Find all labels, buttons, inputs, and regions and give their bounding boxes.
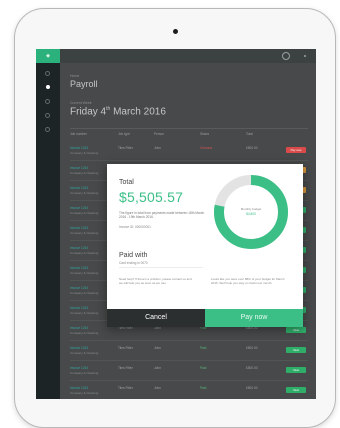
job-number-link[interactable]: Invoice 1234 bbox=[70, 306, 88, 310]
table-header: Job number Job type Person Status Total bbox=[70, 132, 308, 140]
invoice-id: Invoice ID: 000000001 bbox=[119, 225, 151, 229]
job-company: Company & Cleaning bbox=[70, 211, 99, 215]
column-header[interactable]: Person bbox=[154, 132, 164, 136]
paid-with-label: Paid with bbox=[119, 252, 148, 259]
budget-donut-chart: Monthly budget $4,800 bbox=[211, 172, 291, 252]
row-action-button[interactable]: View bbox=[286, 327, 306, 333]
status-badge: Paid bbox=[200, 386, 207, 390]
total-label: Total bbox=[119, 179, 134, 186]
total-description: The figure in total from payments made b… bbox=[119, 211, 205, 220]
job-company: Company & Cleaning bbox=[70, 331, 99, 335]
job-company: Company & Cleaning bbox=[70, 151, 99, 155]
donut-value: $4,800 bbox=[246, 212, 256, 216]
job-number-link[interactable]: Invoice 1234 bbox=[70, 206, 88, 210]
job-company: Company & Cleaning bbox=[70, 191, 99, 195]
job-company: Company & Cleaning bbox=[70, 271, 99, 275]
nav-dot-icon[interactable] bbox=[45, 127, 50, 132]
payment-method: Card ending in 0070 bbox=[119, 261, 148, 265]
row-action-button[interactable]: View bbox=[286, 367, 306, 373]
job-number-link[interactable]: Invoice 1234 bbox=[70, 146, 88, 150]
nav-dot-icon[interactable] bbox=[45, 71, 50, 76]
nav-dot-active-icon[interactable] bbox=[46, 85, 50, 89]
table-row[interactable]: Invoice 1234Company & Cleaning Tiles Fitt… bbox=[70, 141, 308, 161]
job-type: Tiles Fitter bbox=[118, 366, 133, 370]
job-company: Company & Cleaning bbox=[70, 251, 99, 255]
job-company: Company & Cleaning bbox=[70, 371, 99, 375]
status-badge: Overdue bbox=[200, 146, 213, 150]
divider bbox=[70, 128, 308, 129]
job-number-link[interactable]: Invoice 1234 bbox=[70, 246, 88, 250]
sidebar: ◆ bbox=[36, 49, 60, 399]
nav-dot-icon[interactable] bbox=[45, 99, 50, 104]
job-number-link[interactable]: Invoice 1234 bbox=[70, 326, 88, 330]
job-company: Company & Cleaning bbox=[70, 291, 99, 295]
row-total: £500.00 bbox=[246, 366, 258, 370]
job-number-link[interactable]: Invoice 1234 bbox=[70, 266, 88, 270]
job-company: Company & Cleaning bbox=[70, 171, 99, 175]
app-screen: ◆ Home Payroll Current Week Friday 4th M… bbox=[36, 49, 316, 399]
camera-dot bbox=[173, 29, 178, 34]
column-header[interactable]: Status bbox=[200, 132, 209, 136]
row-total: £500.00 bbox=[246, 146, 258, 150]
total-amount: $5,505.57 bbox=[119, 189, 184, 205]
column-header[interactable]: Total bbox=[246, 132, 253, 136]
help-note: Need help? If there's a problem, please … bbox=[119, 277, 192, 286]
job-company: Company & Cleaning bbox=[70, 231, 99, 235]
job-number-link[interactable]: Invoice 1234 bbox=[70, 186, 88, 190]
job-type: Tiles Fitter bbox=[118, 146, 133, 150]
job-number-link[interactable]: Invoice 1234 bbox=[70, 366, 88, 370]
tablet-frame: ◆ Home Payroll Current Week Friday 4th M… bbox=[14, 8, 336, 428]
job-number-link[interactable]: Invoice 1234 bbox=[70, 166, 88, 170]
top-bar bbox=[60, 49, 316, 63]
profile-icon[interactable] bbox=[282, 52, 290, 60]
divider bbox=[119, 267, 203, 268]
table-row[interactable]: Invoice 1234Company & Cleaning Tiles Fitt… bbox=[70, 341, 308, 361]
status-badge: Paid bbox=[200, 366, 207, 370]
row-action-button[interactable]: View bbox=[286, 347, 306, 353]
period-label: Current Week bbox=[70, 101, 92, 105]
job-type: Tiles Fitter bbox=[118, 346, 133, 350]
table-row[interactable]: Invoice 1234Company & Cleaning Tiles Fitt… bbox=[70, 381, 308, 399]
person: John bbox=[154, 346, 161, 350]
job-number-link[interactable]: Invoice 1234 bbox=[70, 346, 88, 350]
pay-now-button[interactable]: Pay now bbox=[205, 309, 303, 327]
nav-dot-icon[interactable] bbox=[45, 113, 50, 118]
date-main: Friday 4 bbox=[70, 106, 107, 118]
job-type: Tiles Fitter bbox=[118, 386, 133, 390]
person: John bbox=[154, 366, 161, 370]
cancel-button[interactable]: Cancel bbox=[107, 309, 205, 327]
person: John bbox=[154, 146, 161, 150]
person: John bbox=[154, 386, 161, 390]
status-badge: Paid bbox=[200, 346, 207, 350]
column-header[interactable]: Job number bbox=[70, 132, 87, 136]
table-row[interactable]: Invoice 1234Company & Cleaning Tiles Fitt… bbox=[70, 361, 308, 381]
page-title: Payroll bbox=[70, 79, 98, 89]
job-number-link[interactable]: Invoice 1234 bbox=[70, 386, 88, 390]
job-company: Company & Cleaning bbox=[70, 311, 99, 315]
payment-summary-modal: Total $5,505.57 The figure in total from… bbox=[107, 164, 303, 327]
row-total: £500.00 bbox=[246, 346, 258, 350]
job-company: Company & Cleaning bbox=[70, 351, 99, 355]
menu-dot-icon[interactable] bbox=[304, 55, 306, 57]
breadcrumb[interactable]: Home bbox=[70, 74, 79, 78]
donut-label: Monthly budget bbox=[240, 207, 262, 211]
row-total: £500.00 bbox=[246, 386, 258, 390]
job-company: Company & Cleaning bbox=[70, 391, 99, 395]
app-logo-icon[interactable]: ◆ bbox=[36, 49, 60, 63]
budget-note: Looks like you were over 88% of your bud… bbox=[211, 277, 285, 286]
row-action-button[interactable]: View bbox=[286, 387, 306, 393]
date-heading: Friday 4th March 2016 bbox=[70, 106, 166, 117]
job-number-link[interactable]: Invoice 1234 bbox=[70, 286, 88, 290]
date-rest: March 2016 bbox=[110, 106, 166, 118]
column-header[interactable]: Job type bbox=[118, 132, 130, 136]
row-action-button[interactable]: Pay now bbox=[286, 147, 306, 153]
job-number-link[interactable]: Invoice 1234 bbox=[70, 226, 88, 230]
